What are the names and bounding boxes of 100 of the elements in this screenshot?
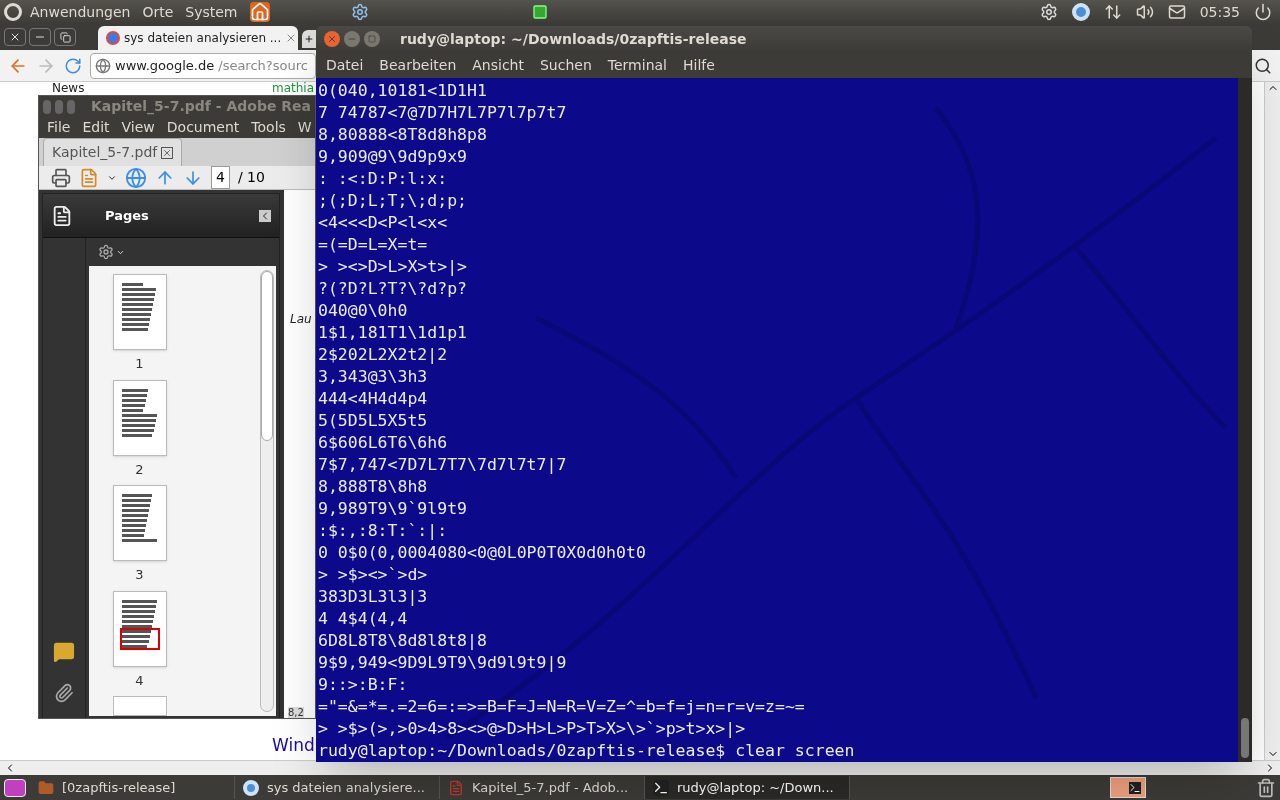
taskbar-item[interactable]: sys dateien analysiere... bbox=[235, 776, 440, 799]
plus-icon bbox=[304, 34, 314, 44]
tab-title: sys dateien analysieren ... bbox=[124, 30, 282, 47]
terminal-line: 6D8L8T8\8d8l8t8|8 bbox=[318, 630, 487, 652]
restore-button[interactable] bbox=[54, 28, 76, 46]
terminal-line: 7 74787<7@7D7H7L7P7l7p7t7 bbox=[318, 102, 567, 124]
workspace-switcher[interactable] bbox=[1110, 777, 1146, 798]
horizontal-scrollbar[interactable] bbox=[0, 760, 1280, 775]
comments-icon[interactable] bbox=[53, 641, 75, 663]
terminal-line: > >$>(>,>0>4>8><>@>D>H>L>P>T>X>\>`>p>t>x>|> bbox=[318, 718, 746, 740]
terminal-line: > ><>D>L>X>t>|> bbox=[318, 256, 467, 278]
page-thumbnail[interactable] bbox=[112, 696, 167, 716]
terminal-line: <4<<<D<P<l<x< bbox=[318, 212, 448, 234]
terminal-line: 0 0$0(0,0004080<0@0L0P0T0X0d0h0t0 bbox=[318, 542, 646, 564]
terminal-line: ;(;D;L;T;\;d;p; bbox=[318, 190, 467, 212]
menu-item[interactable]: View bbox=[121, 117, 155, 138]
terminal-line: :$:,:8:T:`:|: bbox=[318, 520, 448, 542]
terminal-line: 9,909@9\9d9p9x9 bbox=[318, 146, 467, 168]
vertical-scrollbar[interactable] bbox=[1264, 82, 1280, 760]
menu-item[interactable]: Ansicht bbox=[472, 54, 524, 76]
document-tab[interactable]: Kapitel_5-7.pdf bbox=[43, 138, 183, 166]
search-icon[interactable] bbox=[1254, 56, 1272, 75]
new-tab-button[interactable] bbox=[302, 30, 316, 48]
attachment-icon[interactable] bbox=[54, 683, 74, 703]
power-icon[interactable] bbox=[1254, 3, 1272, 21]
menu-item[interactable]: Document bbox=[166, 117, 240, 138]
news-link[interactable]: News bbox=[52, 82, 85, 95]
pages-icon[interactable] bbox=[51, 204, 73, 227]
terminal-line: 9$9,949<9D9L9T9\9d9l9t9|9 bbox=[318, 652, 567, 674]
menu-item[interactable]: Bearbeiten bbox=[379, 54, 457, 76]
terminal-icon bbox=[653, 779, 669, 796]
window-title: rudy@laptop: ~/Downloads/0zapftis-release bbox=[400, 29, 747, 49]
menu-item[interactable]: W bbox=[297, 117, 312, 138]
network-icon[interactable] bbox=[1103, 3, 1122, 21]
terminal-line: 2$202L2X2t2|2 bbox=[318, 344, 448, 366]
page-thumbnail[interactable] bbox=[112, 379, 167, 456]
page-field[interactable]: 4 bbox=[211, 166, 230, 189]
thumbnail-scrollbar[interactable] bbox=[260, 270, 274, 712]
terminal-line: 3,343@3\3h3 bbox=[318, 366, 428, 388]
page-total: / 10 bbox=[237, 168, 265, 187]
terminal-icon bbox=[1129, 781, 1141, 794]
terminal-line: 6$606L6T6\6h6 bbox=[318, 432, 448, 454]
browser-tab[interactable]: sys dateien analysieren ... bbox=[98, 26, 298, 50]
panel-menu[interactable]: Orte bbox=[142, 1, 174, 23]
menu-item[interactable]: Edit bbox=[82, 117, 110, 138]
menu-item[interactable]: Tools bbox=[251, 117, 286, 138]
terminal-line: ="=&=*=.=2=6=:=>=B=F=J=N=R=V=Z=^=b=f=j=n=r=v=z=~= bbox=[318, 696, 805, 718]
clock[interactable]: 05:35 bbox=[1199, 1, 1240, 23]
terminal-line: 0(040,10181<1D1H1 bbox=[318, 80, 487, 102]
close-button[interactable] bbox=[4, 28, 26, 46]
print-icon[interactable] bbox=[51, 167, 71, 188]
page-thumbnail[interactable] bbox=[112, 485, 167, 561]
url-host: www.google.de bbox=[115, 56, 215, 75]
close-tab-icon[interactable] bbox=[161, 146, 174, 159]
terminal-line: 4 4$4(4,4 bbox=[318, 608, 408, 630]
google-icon bbox=[106, 31, 120, 45]
minimize-button[interactable] bbox=[29, 28, 51, 46]
close-icon bbox=[327, 34, 337, 44]
menu-item[interactable]: Datei bbox=[326, 54, 364, 76]
show-desktop-icon[interactable] bbox=[4, 778, 26, 797]
terminal-line: =(=D=L=X=t= bbox=[318, 234, 428, 256]
options-icon[interactable] bbox=[98, 244, 114, 260]
address-field[interactable]: www.google.de /search?sourc bbox=[90, 52, 316, 79]
page-thumbnail[interactable] bbox=[112, 274, 167, 350]
page-number: 4 bbox=[135, 671, 144, 690]
page-number: 1 bbox=[135, 355, 144, 373]
page-thumbnail[interactable] bbox=[112, 590, 167, 667]
terminal-line: rudy@laptop:~/Downloads/0zapftis-release$ clear screen bbox=[318, 740, 855, 762]
minimize-button[interactable] bbox=[344, 31, 360, 47]
pdf-icon bbox=[448, 779, 464, 796]
menu-item[interactable]: Suchen bbox=[540, 54, 592, 76]
taskbar-item[interactable]: [0zapftis-release] bbox=[30, 776, 235, 799]
web-icon[interactable] bbox=[125, 166, 147, 189]
terminal-line: 5(5D5L5X5t5 bbox=[318, 410, 428, 432]
reload-icon[interactable] bbox=[64, 56, 82, 75]
terminal-line: 9::>:B:F: bbox=[318, 674, 408, 696]
panel-menu[interactable]: System bbox=[185, 1, 238, 23]
terminal-scrollbar[interactable] bbox=[1238, 78, 1252, 762]
terminal-line: 8,888T8\8h8 bbox=[318, 476, 428, 498]
browser-icon bbox=[243, 779, 259, 796]
menu-item[interactable]: File bbox=[47, 117, 71, 138]
taskbar-item[interactable]: rudy@laptop: ~/Down... bbox=[645, 776, 850, 799]
result-link[interactable]: Wind bbox=[272, 732, 315, 758]
collapse-icon[interactable] bbox=[259, 209, 271, 222]
terminal-line: 040@0\0h0 bbox=[318, 300, 408, 322]
document-text: Lau bbox=[290, 311, 312, 328]
panel-menu[interactable]: Anwendungen bbox=[30, 1, 131, 23]
url-path: /search?sourc bbox=[218, 56, 308, 75]
trash-icon[interactable] bbox=[1256, 777, 1276, 798]
home-folder-icon[interactable] bbox=[249, 2, 270, 22]
mail-icon[interactable] bbox=[1167, 3, 1186, 21]
result-url: mathia bbox=[272, 82, 315, 95]
panel-title: Pages bbox=[105, 206, 149, 225]
page-number: 2 bbox=[135, 460, 144, 479]
menu-item[interactable]: Terminal bbox=[607, 54, 667, 76]
menu-item[interactable]: Hilfe bbox=[683, 54, 715, 76]
ubuntu-logo-icon bbox=[4, 3, 22, 21]
volume-icon[interactable] bbox=[1135, 3, 1154, 21]
maximize-button[interactable] bbox=[364, 31, 380, 47]
window-title: Kapitel_5-7.pdf - Adobe Rea bbox=[91, 97, 311, 117]
